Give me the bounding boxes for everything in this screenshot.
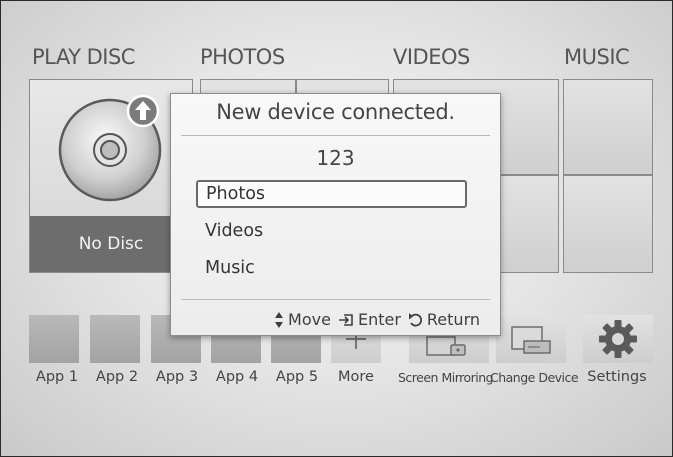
app-3-label: App 3 <box>155 369 199 385</box>
device-name: 123 <box>316 146 355 170</box>
home-screen: PLAY DISC PHOTOS VIDEOS MUSIC No Disc Ap… <box>0 0 673 457</box>
eject-up-arrow-icon <box>126 94 160 128</box>
app-2-label: App 2 <box>95 369 139 385</box>
music-tile-2[interactable] <box>563 175 653 273</box>
app-1-label: App 1 <box>35 369 79 385</box>
option-music[interactable]: Music <box>196 255 467 283</box>
app-2-tile[interactable] <box>90 315 140 363</box>
change-device-tile[interactable] <box>496 315 566 363</box>
new-device-dialog: New device connected. 123 Photos Videos … <box>170 93 501 336</box>
play-disc-panel[interactable]: No Disc <box>29 79 193 273</box>
section-title-photos: PHOTOS <box>200 45 285 69</box>
dialog-title: New device connected. <box>216 100 455 124</box>
app-5-label: App 5 <box>275 369 319 385</box>
dialog-footer: Move Enter Return <box>274 310 480 329</box>
app-1-tile[interactable] <box>29 315 79 363</box>
app-4-label: App 4 <box>215 369 259 385</box>
footer-return: Return <box>408 310 480 329</box>
return-icon <box>408 312 422 326</box>
settings-label: Settings <box>587 369 647 385</box>
footer-move-label: Move <box>288 310 331 329</box>
section-title-music: MUSIC <box>564 45 630 69</box>
option-photos[interactable]: Photos <box>196 180 467 208</box>
enter-icon <box>338 313 353 326</box>
screen-mirroring-label: Screen Mirroring <box>398 370 494 385</box>
section-title-play-disc: PLAY DISC <box>32 45 135 69</box>
up-down-arrow-icon <box>275 311 284 328</box>
option-videos[interactable]: Videos <box>196 218 467 246</box>
footer-enter: Enter <box>338 310 401 329</box>
more-label: More <box>338 369 374 385</box>
gear-icon <box>599 320 637 358</box>
dialog-divider-top <box>181 135 490 136</box>
footer-return-label: Return <box>426 310 480 329</box>
settings-tile[interactable] <box>583 315 653 363</box>
footer-enter-label: Enter <box>357 310 401 329</box>
change-device-label: Change Device <box>490 370 579 385</box>
footer-move: Move <box>274 310 331 329</box>
change-device-icon <box>511 326 551 354</box>
section-title-videos: VIDEOS <box>393 45 470 69</box>
music-tile-1[interactable] <box>563 79 653 175</box>
disc-status-label: No Disc <box>30 216 192 272</box>
dialog-divider-bottom <box>181 299 490 300</box>
